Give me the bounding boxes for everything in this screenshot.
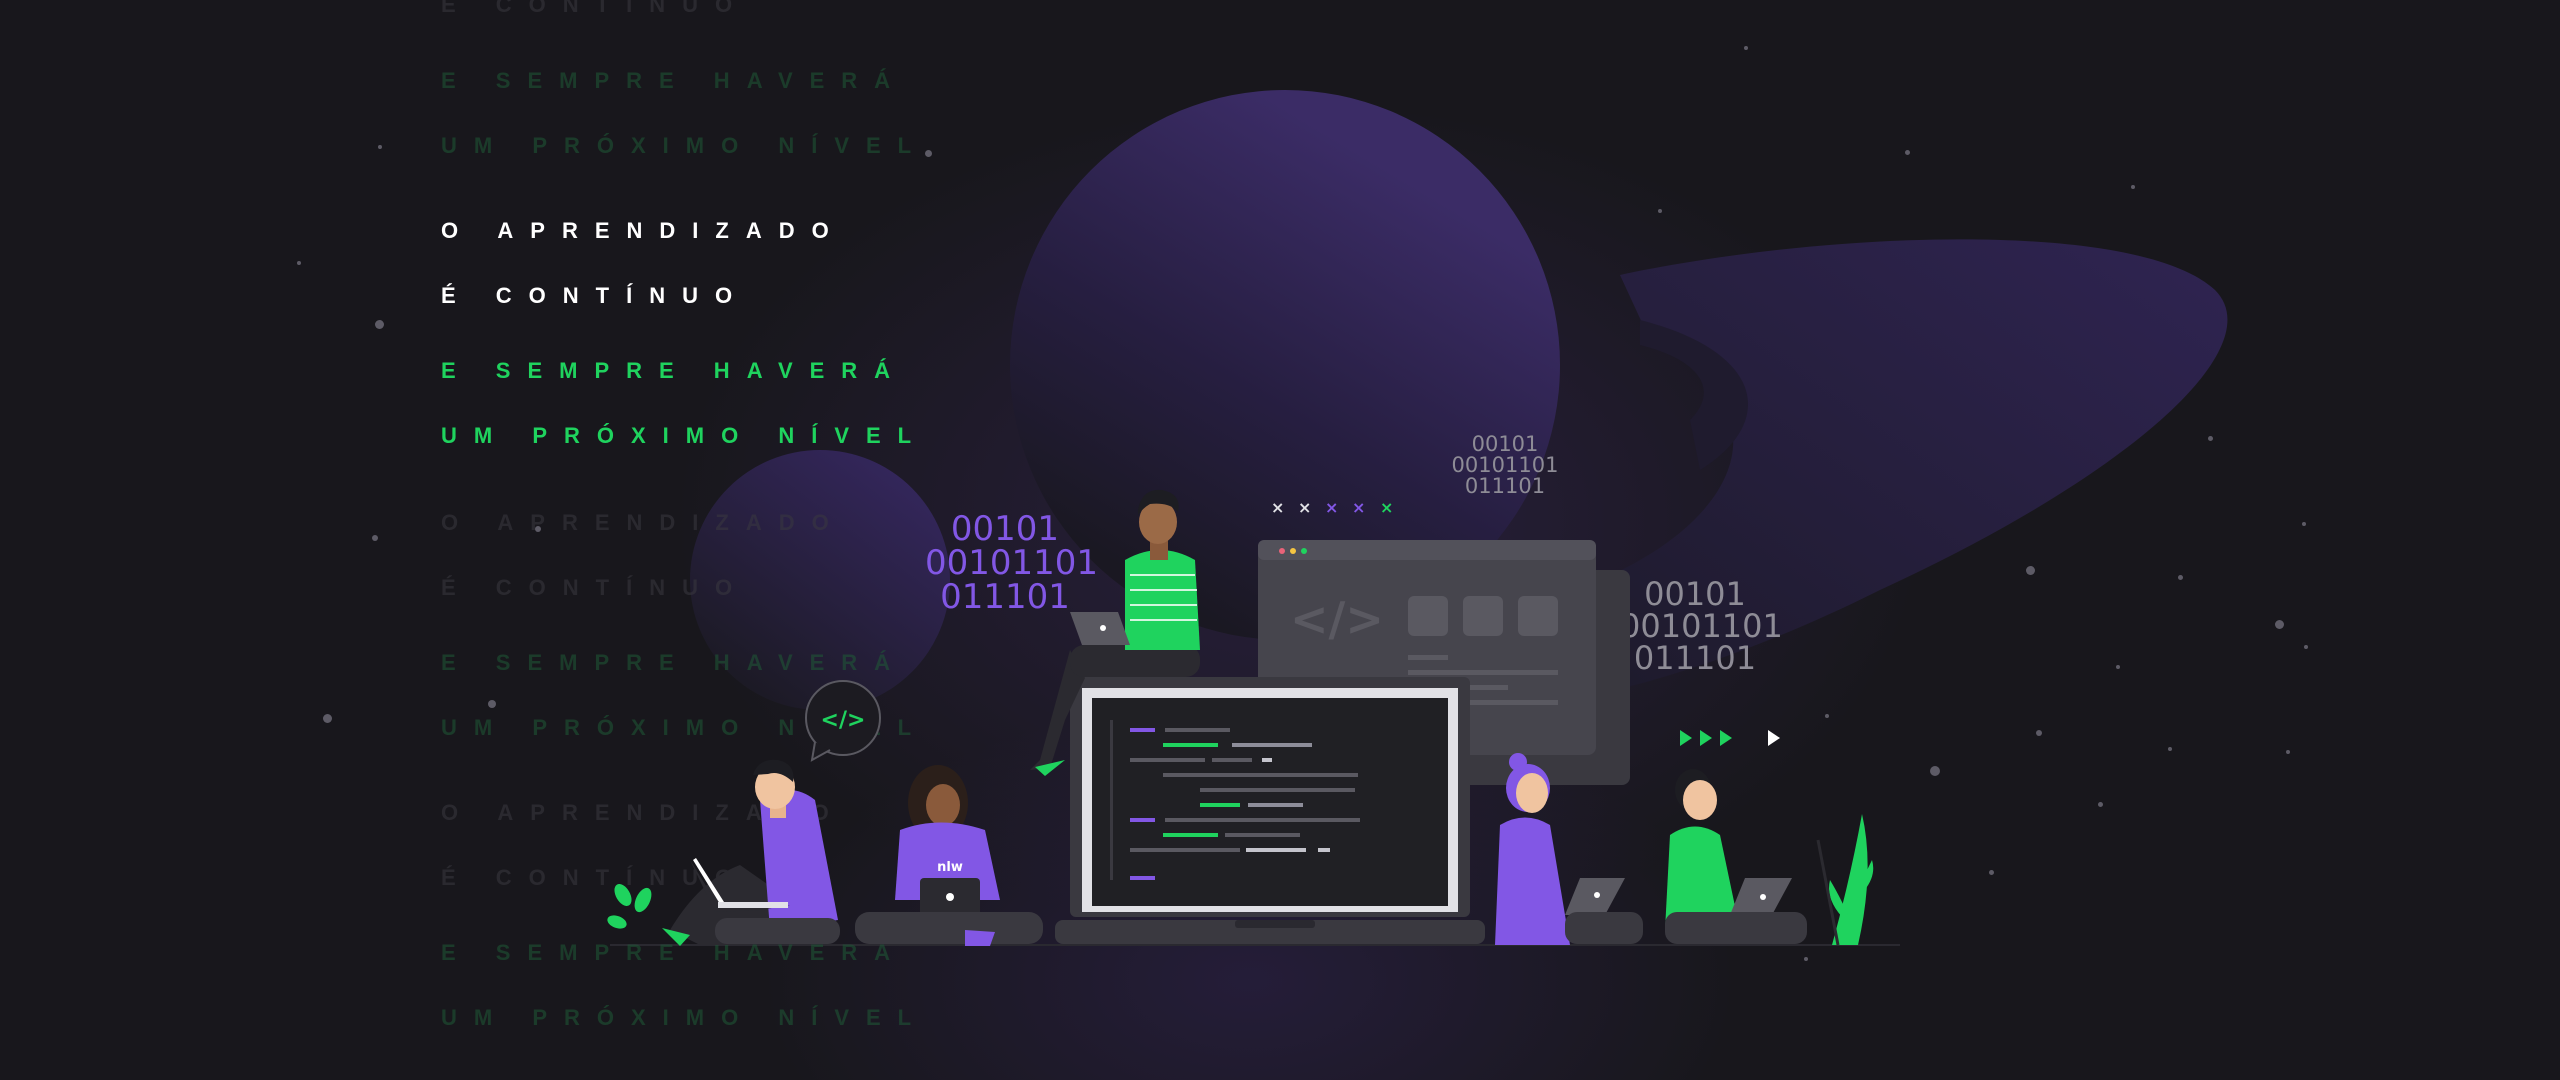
x-markers: × × × × × xyxy=(1271,498,1393,517)
svg-text:×: × xyxy=(1325,498,1338,517)
svg-text:×: × xyxy=(1380,498,1393,517)
shirt-logo: nlw xyxy=(937,860,963,875)
person-sitting-left xyxy=(662,759,840,946)
svg-text:×: × xyxy=(1352,498,1365,517)
big-laptop xyxy=(1055,677,1485,944)
svg-text:×: × xyxy=(1271,498,1284,517)
person-green-shirt xyxy=(1665,769,1807,944)
play-arrows-icon xyxy=(1680,730,1780,746)
person-nlw-shirt xyxy=(855,765,1043,946)
plant-right xyxy=(1816,814,1874,946)
window-code-tag: </> xyxy=(1290,592,1384,646)
svg-text:×: × xyxy=(1298,498,1311,517)
leaves-left xyxy=(607,884,652,929)
code-bubble-label: </> xyxy=(821,708,866,733)
people-illustration: × × × × × </> </> nlw xyxy=(607,489,1874,946)
